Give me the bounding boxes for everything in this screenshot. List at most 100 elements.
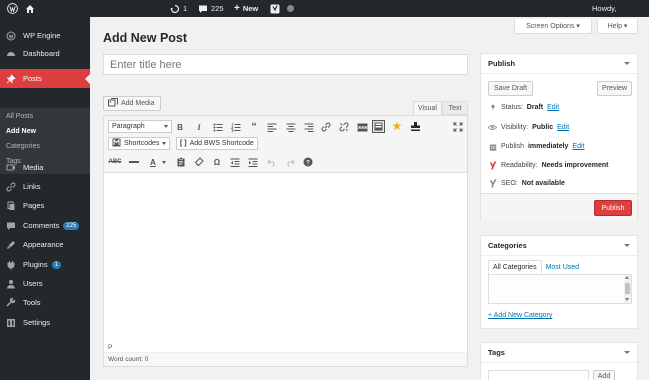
comments-link[interactable]: 225 xyxy=(198,0,224,17)
indent-icon[interactable] xyxy=(247,156,259,168)
tags-box: Tags Add xyxy=(480,342,638,380)
categories-box-header[interactable]: Categories xyxy=(481,236,637,256)
menu-item-comments[interactable]: Comments 225 xyxy=(0,216,90,235)
submenu-all-posts[interactable]: All Posts xyxy=(6,113,33,120)
new-content-link[interactable]: + New xyxy=(234,0,258,17)
editor-path: P xyxy=(104,342,467,353)
post-title-input[interactable]: Enter title here xyxy=(103,54,468,75)
edit-status-link[interactable]: Edit xyxy=(547,104,559,111)
link-icon[interactable] xyxy=(320,121,332,133)
preview-button[interactable]: Preview xyxy=(597,81,632,96)
bullet-list-icon[interactable] xyxy=(212,121,224,133)
save-draft-button[interactable]: Save Draft xyxy=(488,81,533,96)
menu-item-links[interactable]: Links xyxy=(0,177,90,196)
categories-box: Categories All Categories Most Used + Ad… xyxy=(480,235,638,329)
chevron-up-icon[interactable] xyxy=(624,244,630,247)
scroll-down-icon[interactable] xyxy=(625,298,629,301)
horizontal-line-icon[interactable] xyxy=(128,156,140,168)
chevron-up-icon[interactable] xyxy=(624,351,630,354)
admin-bar: 1 225 + New Howdy, xyxy=(0,0,649,17)
tags-box-header[interactable]: Tags xyxy=(481,343,637,363)
chevron-up-icon[interactable] xyxy=(624,62,630,65)
updates-icon xyxy=(170,4,180,14)
menu-label: Settings xyxy=(23,318,51,327)
menu-item-plugins[interactable]: Plugins 1 xyxy=(0,255,90,274)
edit-visibility-link[interactable]: Edit xyxy=(557,124,569,131)
align-left-icon[interactable] xyxy=(266,121,278,133)
category-scrollbar[interactable] xyxy=(624,275,631,303)
wordpress-logo-icon[interactable] xyxy=(7,0,18,17)
undo-icon[interactable] xyxy=(266,156,278,168)
updates-link[interactable]: 1 xyxy=(170,0,187,17)
clear-formatting-icon[interactable] xyxy=(193,156,205,168)
add-media-icon xyxy=(108,98,118,109)
blockquote-icon[interactable]: “ xyxy=(248,121,260,133)
shortcodes-dropdown[interactable]: Shortcodes xyxy=(108,137,171,150)
edit-publish-time-link[interactable]: Edit xyxy=(572,143,584,150)
visibility-row: Visibility: Public Edit xyxy=(488,123,569,132)
read-more-icon[interactable] xyxy=(356,121,368,133)
add-new-category-link[interactable]: + Add New Category xyxy=(488,312,552,319)
add-media-button[interactable]: Add Media xyxy=(103,96,161,111)
menu-label: Dashboard xyxy=(23,49,60,58)
numbered-list-icon[interactable] xyxy=(230,121,242,133)
stamp-icon[interactable] xyxy=(409,120,421,132)
tab-text[interactable]: Text xyxy=(442,101,468,115)
category-checklist[interactable] xyxy=(488,274,632,304)
comments-icon xyxy=(5,220,17,232)
menu-item-wp-engine[interactable]: WP Engine xyxy=(0,26,90,45)
menu-item-media[interactable]: Media xyxy=(0,158,90,177)
submenu-categories[interactable]: Categories xyxy=(6,143,40,150)
pin-icon xyxy=(488,103,497,112)
add-bws-shortcode-button[interactable]: [ ] Add BWS Shortcode xyxy=(176,137,258,150)
fullscreen-icon[interactable] xyxy=(452,121,464,133)
menu-item-dashboard[interactable]: Dashboard xyxy=(0,44,90,63)
toolbar-toggle-icon[interactable] xyxy=(372,120,385,133)
status-label: Status: xyxy=(501,104,523,111)
menu-item-pages[interactable]: Pages xyxy=(0,196,90,215)
star-icon[interactable]: ★ xyxy=(391,119,403,133)
tab-visual[interactable]: Visual xyxy=(413,101,442,115)
howdy-user[interactable]: Howdy, xyxy=(592,0,616,17)
publish-box-header[interactable]: Publish xyxy=(481,54,637,74)
special-character-icon[interactable]: Ω xyxy=(211,156,223,168)
menu-label: Appearance xyxy=(23,240,64,249)
tab-all-categories[interactable]: All Categories xyxy=(488,260,542,274)
help-button[interactable]: Help ▾ xyxy=(597,19,638,34)
tab-most-used[interactable]: Most Used xyxy=(542,260,583,274)
italic-icon[interactable]: I xyxy=(193,121,205,133)
bold-icon[interactable]: B xyxy=(174,121,186,133)
unlink-icon[interactable] xyxy=(338,121,350,133)
yoast-icon[interactable] xyxy=(270,0,280,17)
visibility-label: Visibility: xyxy=(501,124,529,131)
readability-row: Readability: Needs improvement xyxy=(488,161,609,170)
submenu-add-new[interactable]: Add New xyxy=(6,128,36,135)
menu-item-posts[interactable]: Posts xyxy=(0,69,90,88)
menu-item-tools[interactable]: Tools xyxy=(0,293,90,312)
scroll-up-icon[interactable] xyxy=(625,276,629,279)
category-tabs: All Categories Most Used xyxy=(488,260,583,274)
align-center-icon[interactable] xyxy=(285,121,297,133)
help-circle-icon[interactable]: ? xyxy=(302,156,314,168)
menu-label: Comments xyxy=(23,221,60,230)
tag-input[interactable] xyxy=(488,370,589,380)
menu-item-appearance[interactable]: Appearance xyxy=(0,235,90,254)
home-icon[interactable] xyxy=(25,0,35,17)
plugins-icon xyxy=(5,259,17,271)
format-select[interactable]: Paragraph xyxy=(108,120,172,133)
chevron-down-icon[interactable] xyxy=(158,156,170,168)
add-tag-button[interactable]: Add xyxy=(593,370,615,380)
redo-icon[interactable] xyxy=(284,156,296,168)
publish-actions: Publish xyxy=(481,193,637,222)
outdent-icon[interactable] xyxy=(229,156,241,168)
screen-options-button[interactable]: Screen Options ▾ xyxy=(514,19,592,34)
paste-text-icon[interactable] xyxy=(175,156,187,168)
menu-item-settings[interactable]: Settings xyxy=(0,313,90,332)
publish-box: Publish Save Draft Preview Status: Draft… xyxy=(480,53,638,222)
scroll-thumb[interactable] xyxy=(625,283,630,294)
align-right-icon[interactable] xyxy=(303,121,315,133)
menu-item-users[interactable]: Users xyxy=(0,274,90,293)
strikethrough-icon[interactable]: ABC xyxy=(109,156,122,168)
editor-content-area[interactable] xyxy=(104,173,467,342)
publish-button[interactable]: Publish xyxy=(594,200,632,216)
